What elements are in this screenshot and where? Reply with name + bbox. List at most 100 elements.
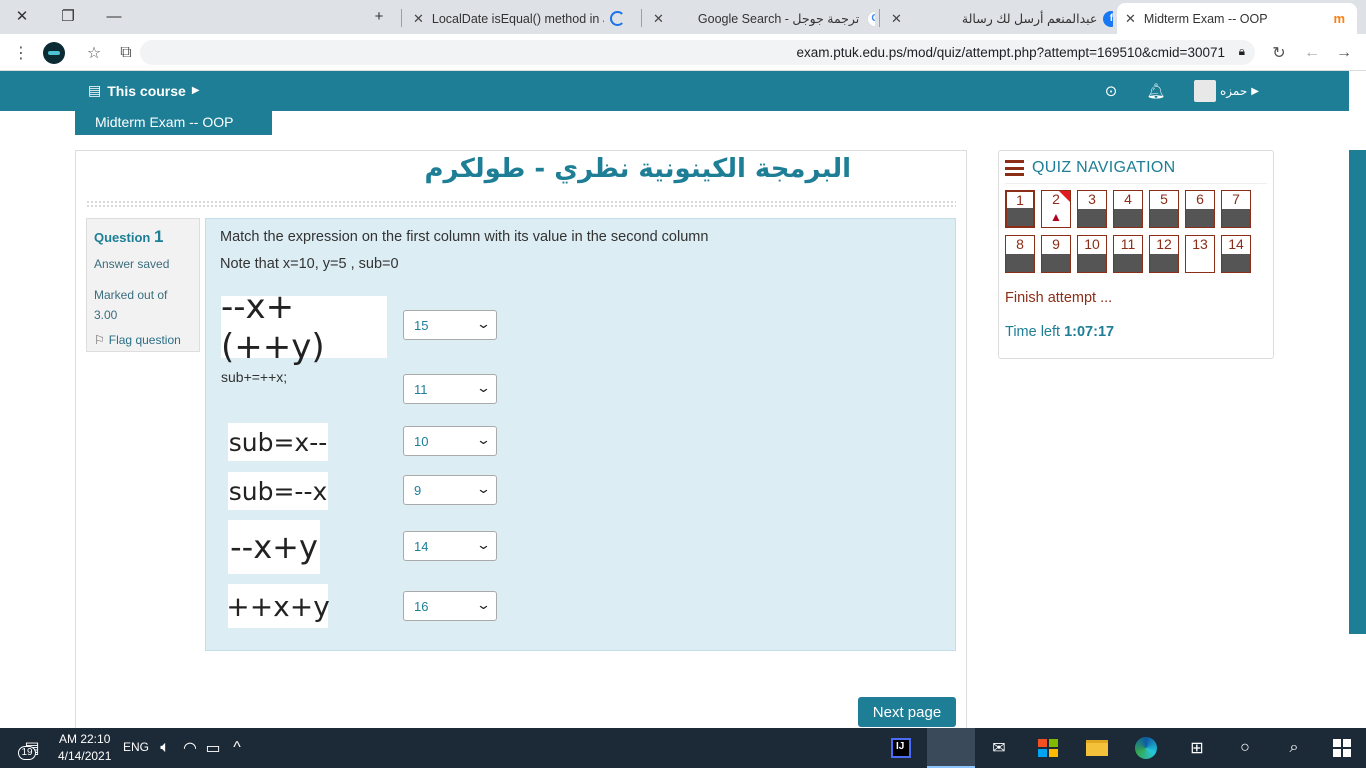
answer-select[interactable]: 16 ⌄ (403, 591, 497, 621)
tab-midterm-exam[interactable]: ✕ Midterm Exam -- OOP m (1117, 3, 1357, 34)
answer-select[interactable]: 15 ⌄ (403, 310, 497, 340)
quiz-nav-button[interactable]: 9 (1041, 235, 1071, 273)
cortana-icon[interactable]: ○ (1233, 736, 1257, 760)
page-scrollbar[interactable] (1349, 150, 1366, 634)
question-mark: Marked out of 3.00 (94, 288, 168, 322)
quiz-nav-button[interactable]: 10 (1077, 235, 1107, 273)
answer-select[interactable]: 10 ⌄ (403, 426, 497, 456)
input-language[interactable]: ENG (123, 740, 149, 754)
browser-menu-icon[interactable]: ⋮ (10, 42, 32, 64)
bookmark-star-icon[interactable]: ☆ (83, 42, 105, 64)
tab-facebook[interactable]: ✕ عبدالمنعم أرسل لك رسالة f (883, 3, 1113, 34)
quiz-nav-button[interactable]: 14 (1221, 235, 1251, 273)
google-icon: G (867, 10, 875, 27)
expression-image: sub=x-- (228, 423, 328, 461)
site-navbar: ▤ This course ▶ ⊙ 🔔︎ حمزه ▶ (0, 71, 1349, 111)
restore-window-icon[interactable]: ❐ (55, 5, 81, 27)
quiz-nav-button[interactable]: 3 (1077, 190, 1107, 228)
close-window-icon[interactable]: ✕ (9, 5, 35, 27)
quiz-nav-button[interactable]: 8 (1005, 235, 1035, 273)
quiz-nav-button[interactable]: 7 (1221, 190, 1251, 228)
expression-image: --x+y (228, 520, 320, 574)
question-state: Answer saved (94, 257, 170, 271)
quiz-nav-button[interactable]: 1 (1005, 190, 1035, 228)
chevron-down-icon: ⌄ (475, 432, 492, 447)
this-course-menu[interactable]: ▤ This course ▶ (88, 82, 200, 99)
url-field[interactable]: exam.ptuk.edu.ps/mod/quiz/attempt.php?at… (140, 40, 1255, 65)
close-tab-icon[interactable]: ✕ (891, 11, 902, 27)
flag-question-button[interactable]: ⚐ Flag question (94, 333, 192, 347)
loading-spinner-icon (609, 11, 625, 26)
answer-select[interactable]: 9 ⌄ (403, 475, 497, 505)
question-text: Match the expression on the first column… (220, 229, 709, 245)
expression-image: --x+(++y) (221, 287, 387, 367)
new-tab-icon[interactable]: + (366, 5, 392, 27)
quiz-nav-button[interactable]: 12 (1149, 235, 1179, 273)
finish-attempt-link[interactable]: Finish attempt ... (1005, 290, 1112, 306)
store-icon[interactable] (1036, 736, 1060, 760)
chevron-down-icon: ⌄ (475, 537, 492, 552)
quiz-nav-button[interactable]: 6 (1185, 190, 1215, 228)
expression-image: ++x+y (226, 584, 330, 628)
quiz-nav-button[interactable]: 4 (1113, 190, 1143, 228)
title-divider (86, 200, 956, 208)
quiz-nav-button[interactable]: 13 (1185, 235, 1215, 273)
messages-icon[interactable]: ⊙ (1101, 81, 1121, 101)
volume-icon[interactable]: 🔈︎ (153, 736, 177, 760)
windows-taskbar: ▤ 19 AM 22:10 4/14/2021 ENG 🔈︎ ◠ ▭ ^ IJ … (0, 728, 1366, 768)
mail-icon[interactable]: ✉ (987, 736, 1011, 760)
caret-right-icon: ▶ (191, 85, 200, 96)
close-tab-icon[interactable]: ✕ (1125, 11, 1136, 27)
tab-localdate[interactable]: ✕ LocalDate isEqual() method in Ja (405, 3, 643, 34)
wifi-icon[interactable]: ◠ (178, 736, 202, 760)
edge-icon[interactable] (1134, 736, 1158, 760)
minimize-window-icon[interactable]: — (101, 5, 127, 27)
quiz-nav-button[interactable]: 5 (1149, 190, 1179, 228)
caret-right-icon: ▶ (1251, 85, 1259, 97)
lock-icon: 🔒︎ (1238, 44, 1245, 58)
chevron-down-icon: ⌄ (475, 316, 492, 331)
windows-start-icon[interactable] (1330, 736, 1354, 760)
next-page-button[interactable]: Next page (858, 697, 956, 727)
facebook-icon: f (1103, 10, 1113, 27)
profile-icon[interactable] (43, 42, 65, 64)
taskbar-clock[interactable]: AM 22:10 4/14/2021 (58, 731, 111, 765)
notification-count: 19 (18, 746, 36, 760)
tab-google-translate[interactable]: ✕ Google Search - ترجمة جوجل G (645, 3, 875, 34)
answer-select[interactable]: 11 ⌄ (403, 374, 497, 404)
quiz-nav-button[interactable]: 11 (1113, 235, 1143, 273)
active-app-highlight (927, 728, 975, 768)
task-view-icon[interactable]: ⊞ (1185, 736, 1209, 760)
quiz-nav-button[interactable]: 2 ▲ (1041, 190, 1071, 228)
search-icon[interactable]: ⌕ (1282, 736, 1306, 760)
flagged-marker (1059, 191, 1070, 202)
battery-icon[interactable]: ▭ (201, 736, 225, 760)
close-tab-icon[interactable]: ✕ (653, 11, 664, 27)
breadcrumb[interactable]: Midterm Exam -- OOP (75, 111, 272, 135)
chevron-down-icon: ⌄ (475, 597, 492, 612)
page-title: البرمجة الكينونية نظري - طولكرم (424, 154, 851, 184)
time-left: Time left 1:07:17 (1005, 324, 1115, 340)
expression-image: sub=--x (228, 472, 328, 510)
notifications-bell-icon[interactable]: 🔔︎ (1146, 81, 1166, 101)
quiz-navigation-header: QUIZ NAVIGATION (1005, 159, 1175, 177)
chevron-down-icon: ⌄ (475, 481, 492, 496)
browser-tab-bar: ✕ ❐ — + ✕ LocalDate isEqual() method in … (0, 0, 1366, 34)
avatar (1194, 80, 1216, 102)
reload-icon[interactable]: ↻ (1268, 42, 1290, 64)
moodle-icon: m (1333, 11, 1346, 26)
flag-icon: ⚐ (94, 333, 105, 347)
file-explorer-icon[interactable] (1085, 736, 1109, 760)
user-menu[interactable]: حمزه ▶ (1194, 80, 1259, 102)
time-left-value: 1:07:17 (1064, 324, 1115, 340)
chevron-up-icon[interactable]: ^ (225, 736, 249, 760)
back-icon[interactable]: → (1333, 42, 1355, 64)
expression-text: sub+=++x; (221, 369, 288, 385)
question-note: Note that x=10, y=5 , sub=0 (220, 256, 399, 272)
answer-select[interactable]: 14 ⌄ (403, 531, 497, 561)
intellij-icon[interactable]: IJ (889, 736, 913, 760)
question-info-panel: Question 1 Answer saved Marked out of 3.… (86, 218, 200, 352)
forward-icon[interactable]: ← (1301, 42, 1323, 64)
close-tab-icon[interactable]: ✕ (413, 11, 424, 27)
translate-page-icon[interactable]: ⧉ (115, 42, 137, 64)
